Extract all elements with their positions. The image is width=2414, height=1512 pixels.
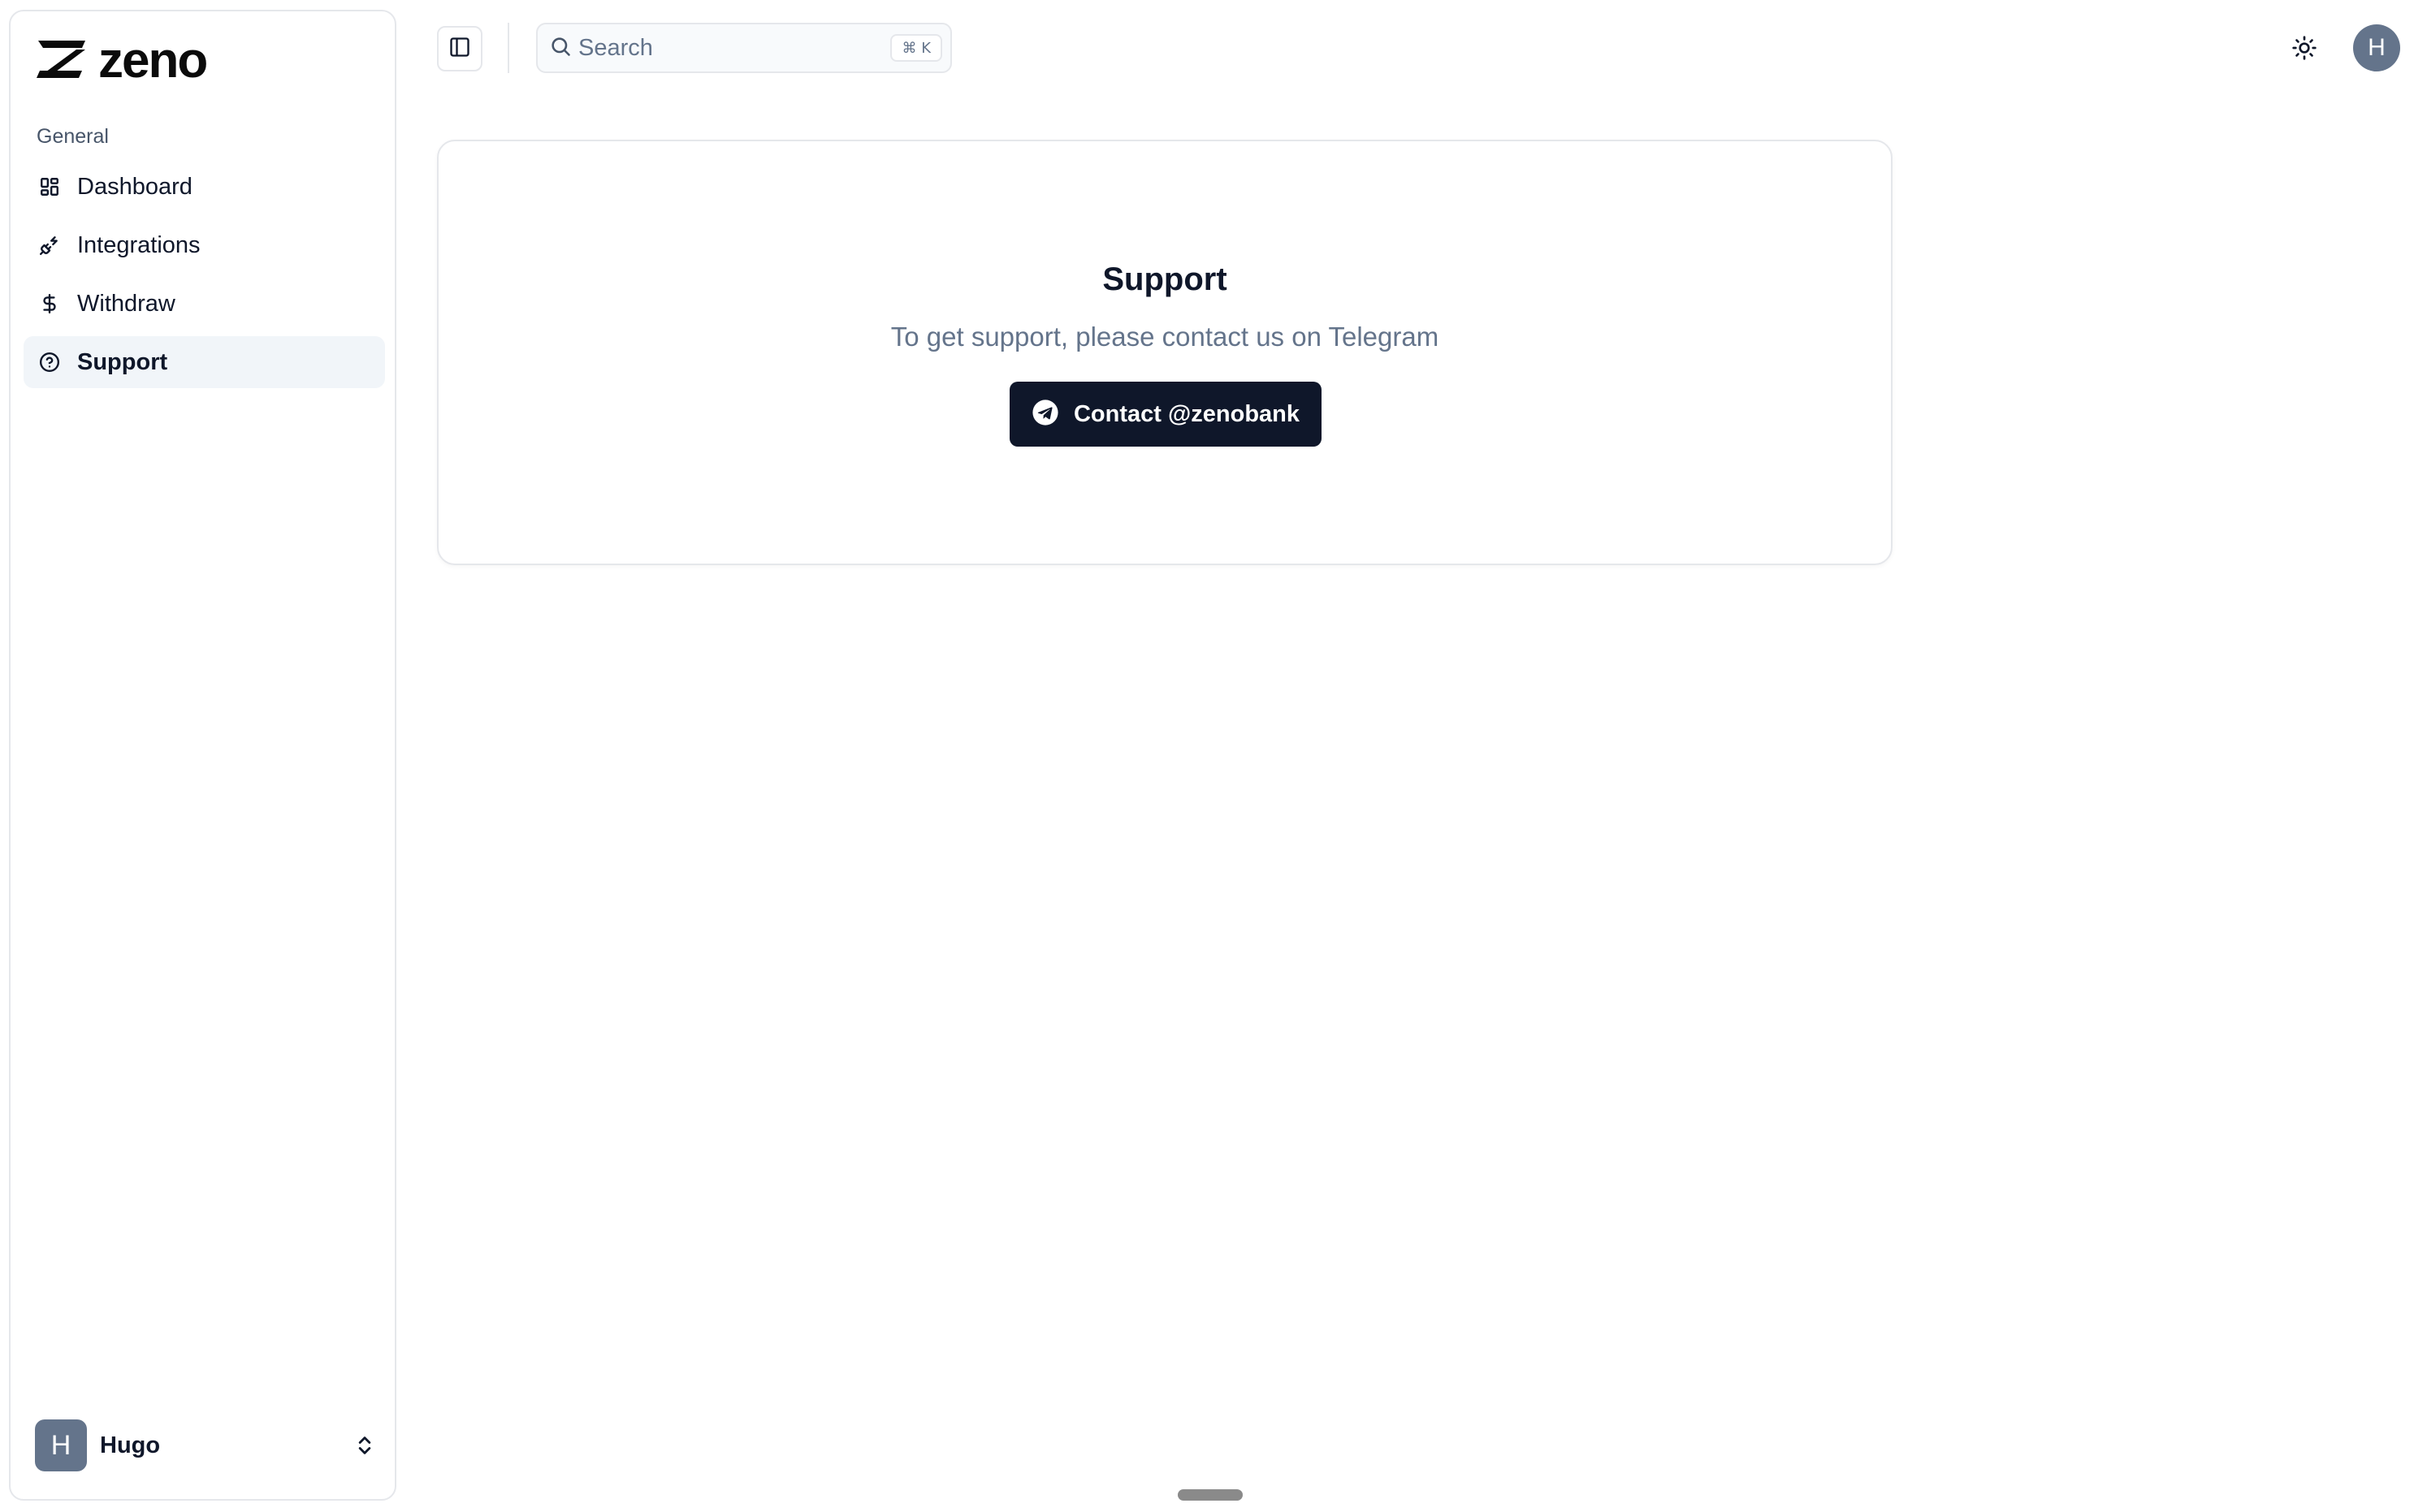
dollar-icon <box>38 292 61 315</box>
support-card: Support To get support, please contact u… <box>437 140 1893 565</box>
sidebar-item-label: Withdraw <box>77 290 175 317</box>
sidebar-nav: Dashboard Integrations Withdraw Support <box>24 161 385 395</box>
topbar-divider <box>508 23 509 73</box>
search-icon <box>549 35 572 62</box>
support-description: To get support, please contact us on Tel… <box>890 322 1439 352</box>
contact-telegram-button[interactable]: Contact @zenobank <box>1010 382 1322 447</box>
sidebar-item-dashboard[interactable]: Dashboard <box>24 161 385 213</box>
telegram-icon <box>1032 399 1059 430</box>
logo[interactable]: zeno <box>37 32 208 89</box>
help-circle-icon <box>38 351 61 374</box>
sidebar-item-label: Support <box>77 348 168 375</box>
sidebar-item-withdraw[interactable]: Withdraw <box>24 278 385 330</box>
app-window: zeno General Dashboard Integrations With… <box>0 0 2414 1512</box>
panel-left-icon <box>448 36 471 63</box>
zeno-logo-icon <box>37 40 87 82</box>
user-avatar-button[interactable]: H <box>2353 24 2400 71</box>
sidebar-item-integrations[interactable]: Integrations <box>24 219 385 271</box>
page-title: Support <box>1102 261 1227 297</box>
nav-group-label: General <box>37 125 109 148</box>
plug-icon <box>38 234 61 257</box>
search-placeholder: Search <box>578 34 653 61</box>
search-input[interactable]: Search ⌘ K <box>536 23 952 73</box>
sun-icon <box>2291 35 2317 65</box>
dashboard-icon <box>38 175 61 198</box>
avatar: H <box>35 1419 87 1471</box>
sidebar-item-support[interactable]: Support <box>24 336 385 388</box>
chevrons-up-down-icon <box>353 1432 376 1462</box>
contact-button-label: Contact @zenobank <box>1073 400 1300 427</box>
sidebar-item-label: Dashboard <box>77 173 193 200</box>
sidebar: zeno General Dashboard Integrations With… <box>9 10 396 1501</box>
sidebar-item-label: Integrations <box>77 231 201 258</box>
search-shortcut: ⌘ K <box>890 34 942 62</box>
resize-handle[interactable] <box>1178 1489 1243 1501</box>
theme-toggle-button[interactable] <box>2279 24 2330 75</box>
user-menu[interactable]: H Hugo <box>35 1419 376 1471</box>
user-name: Hugo <box>100 1432 161 1458</box>
logo-text: zeno <box>98 32 208 89</box>
sidebar-toggle-button[interactable] <box>437 26 482 71</box>
